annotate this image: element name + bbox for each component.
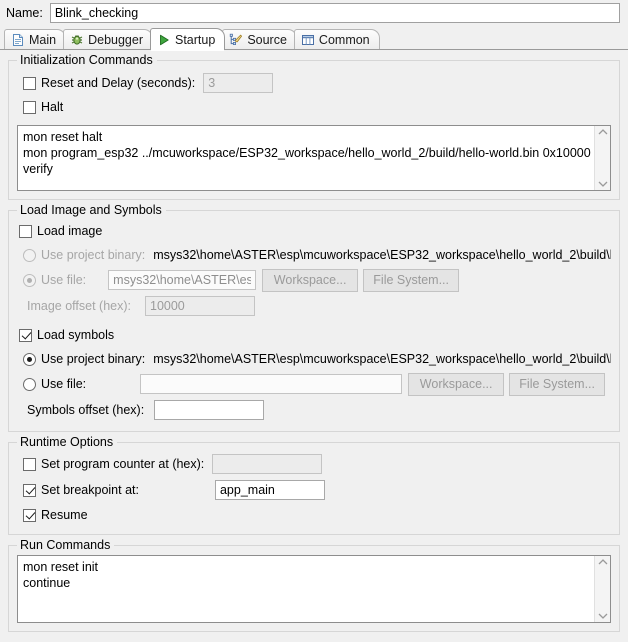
- image-use-file-row: Use file: Workspace... File System...: [17, 267, 611, 293]
- resume-checkbox[interactable]: [23, 508, 36, 522]
- symbols-file-input[interactable]: [140, 374, 403, 394]
- set-program-counter-label: Set program counter at (hex):: [41, 457, 205, 471]
- configuration-name-input[interactable]: [49, 3, 620, 23]
- initialization-commands-scrollbar[interactable]: [594, 126, 610, 190]
- initialization-commands-text[interactable]: mon reset halt mon program_esp32 ../mcuw…: [18, 126, 594, 190]
- set-breakpoint-label: Set breakpoint at:: [41, 483, 139, 497]
- scroll-down-icon: [598, 613, 607, 619]
- run-commands-scrollbar[interactable]: [594, 556, 610, 622]
- halt-label: Halt: [41, 100, 64, 114]
- tab-main-label: Main: [29, 33, 57, 47]
- symbols-offset-row: Symbols offset (hex):: [17, 397, 611, 423]
- reset-and-delay-row: Reset and Delay (seconds):: [17, 71, 611, 95]
- symbols-use-file-label: Use file:: [41, 377, 87, 391]
- image-offset-label: Image offset (hex):: [27, 299, 131, 313]
- initialization-commands-box[interactable]: mon reset halt mon program_esp32 ../mcuw…: [17, 125, 611, 191]
- symbols-offset-label: Symbols offset (hex):: [27, 403, 145, 417]
- load-symbols-checkbox[interactable]: [19, 328, 32, 342]
- scroll-up-icon: [598, 129, 607, 135]
- symbols-offset-input[interactable]: [154, 400, 265, 420]
- image-project-binary-path: msys32\home\ASTER\esp\mcuworkspace\ESP32…: [153, 248, 611, 262]
- name-row: Name:: [0, 0, 628, 26]
- scroll-down-icon: [598, 181, 607, 187]
- source-icon: [229, 33, 243, 47]
- tab-startup-label: Startup: [175, 32, 216, 47]
- load-symbols-row: Load symbols: [17, 323, 611, 347]
- runtime-options-title: Runtime Options: [17, 435, 118, 449]
- run-commands-group: Run Commands mon reset init continue: [8, 538, 620, 632]
- run-commands-text[interactable]: mon reset init continue: [18, 556, 594, 622]
- image-file-input[interactable]: [108, 270, 257, 290]
- tab-common[interactable]: Common: [293, 29, 380, 50]
- image-use-file-radio[interactable]: [23, 273, 36, 287]
- tab-startup[interactable]: Startup: [150, 28, 226, 51]
- tab-debugger[interactable]: Debugger: [63, 29, 153, 50]
- set-program-counter-input[interactable]: [212, 454, 323, 474]
- halt-checkbox[interactable]: [23, 100, 36, 114]
- load-symbols-label: Load symbols: [37, 328, 115, 342]
- set-program-counter-row: Set program counter at (hex):: [17, 451, 611, 477]
- runtime-options-group: Runtime Options Set program counter at (…: [8, 435, 620, 535]
- tab-main[interactable]: Main: [4, 29, 67, 50]
- image-offset-row: Image offset (hex):: [17, 293, 611, 319]
- image-use-project-binary-radio[interactable]: [23, 248, 36, 262]
- halt-row: Halt: [17, 95, 611, 119]
- symbols-use-file-row: Use file: Workspace... File System...: [17, 371, 611, 397]
- load-image-checkbox[interactable]: [19, 224, 32, 238]
- load-image-row: Load image: [17, 219, 611, 243]
- tab-source-label: Source: [247, 33, 287, 47]
- symbols-workspace-button[interactable]: Workspace...: [408, 372, 505, 396]
- image-use-file-label: Use file:: [41, 273, 87, 287]
- resume-row: Resume: [17, 503, 611, 527]
- tab-debugger-label: Debugger: [88, 33, 143, 47]
- set-breakpoint-row: Set breakpoint at:: [17, 477, 611, 503]
- image-offset-input[interactable]: [145, 296, 255, 316]
- symbols-use-project-binary-row: Use project binary: msys32\home\ASTER\es…: [17, 347, 611, 371]
- load-image-label: Load image: [37, 224, 103, 238]
- image-use-project-binary-row: Use project binary: msys32\home\ASTER\es…: [17, 243, 611, 267]
- symbols-file-system-button[interactable]: File System...: [509, 372, 606, 396]
- run-commands-box[interactable]: mon reset init continue: [17, 555, 611, 623]
- tab-bar: Main Debugger Startup Source Common: [0, 28, 628, 51]
- set-breakpoint-checkbox[interactable]: [23, 483, 36, 497]
- symbols-project-binary-path: msys32\home\ASTER\esp\mcuworkspace\ESP32…: [153, 352, 611, 366]
- symbols-use-project-binary-label: Use project binary:: [41, 352, 146, 366]
- set-program-counter-checkbox[interactable]: [23, 457, 36, 471]
- resume-label: Resume: [41, 508, 88, 522]
- symbols-use-file-radio[interactable]: [23, 377, 36, 391]
- symbols-use-project-binary-radio[interactable]: [23, 352, 36, 366]
- table-icon: [301, 33, 315, 47]
- initialization-commands-group: Initialization Commands Reset and Delay …: [8, 53, 620, 200]
- load-image-and-symbols-title: Load Image and Symbols: [17, 203, 166, 217]
- load-image-and-symbols-group: Load Image and Symbols Load image Use pr…: [8, 203, 620, 432]
- reset-and-delay-checkbox[interactable]: [23, 76, 36, 90]
- reset-delay-seconds-input[interactable]: [203, 73, 274, 93]
- reset-and-delay-label: Reset and Delay (seconds):: [41, 76, 196, 90]
- image-use-project-binary-label: Use project binary:: [41, 248, 146, 262]
- tab-common-label: Common: [318, 33, 370, 47]
- image-file-system-button[interactable]: File System...: [363, 268, 460, 292]
- scroll-up-icon: [598, 559, 607, 565]
- play-icon: [157, 33, 171, 47]
- initialization-commands-title: Initialization Commands: [17, 53, 157, 67]
- name-label: Name:: [6, 6, 43, 20]
- set-breakpoint-input[interactable]: [214, 480, 325, 500]
- tab-source[interactable]: Source: [222, 29, 297, 50]
- run-commands-title: Run Commands: [17, 538, 115, 552]
- startup-tab-content: Initialization Commands Reset and Delay …: [0, 53, 628, 632]
- bug-icon: [70, 33, 84, 47]
- document-icon: [11, 33, 25, 47]
- image-workspace-button[interactable]: Workspace...: [262, 268, 359, 292]
